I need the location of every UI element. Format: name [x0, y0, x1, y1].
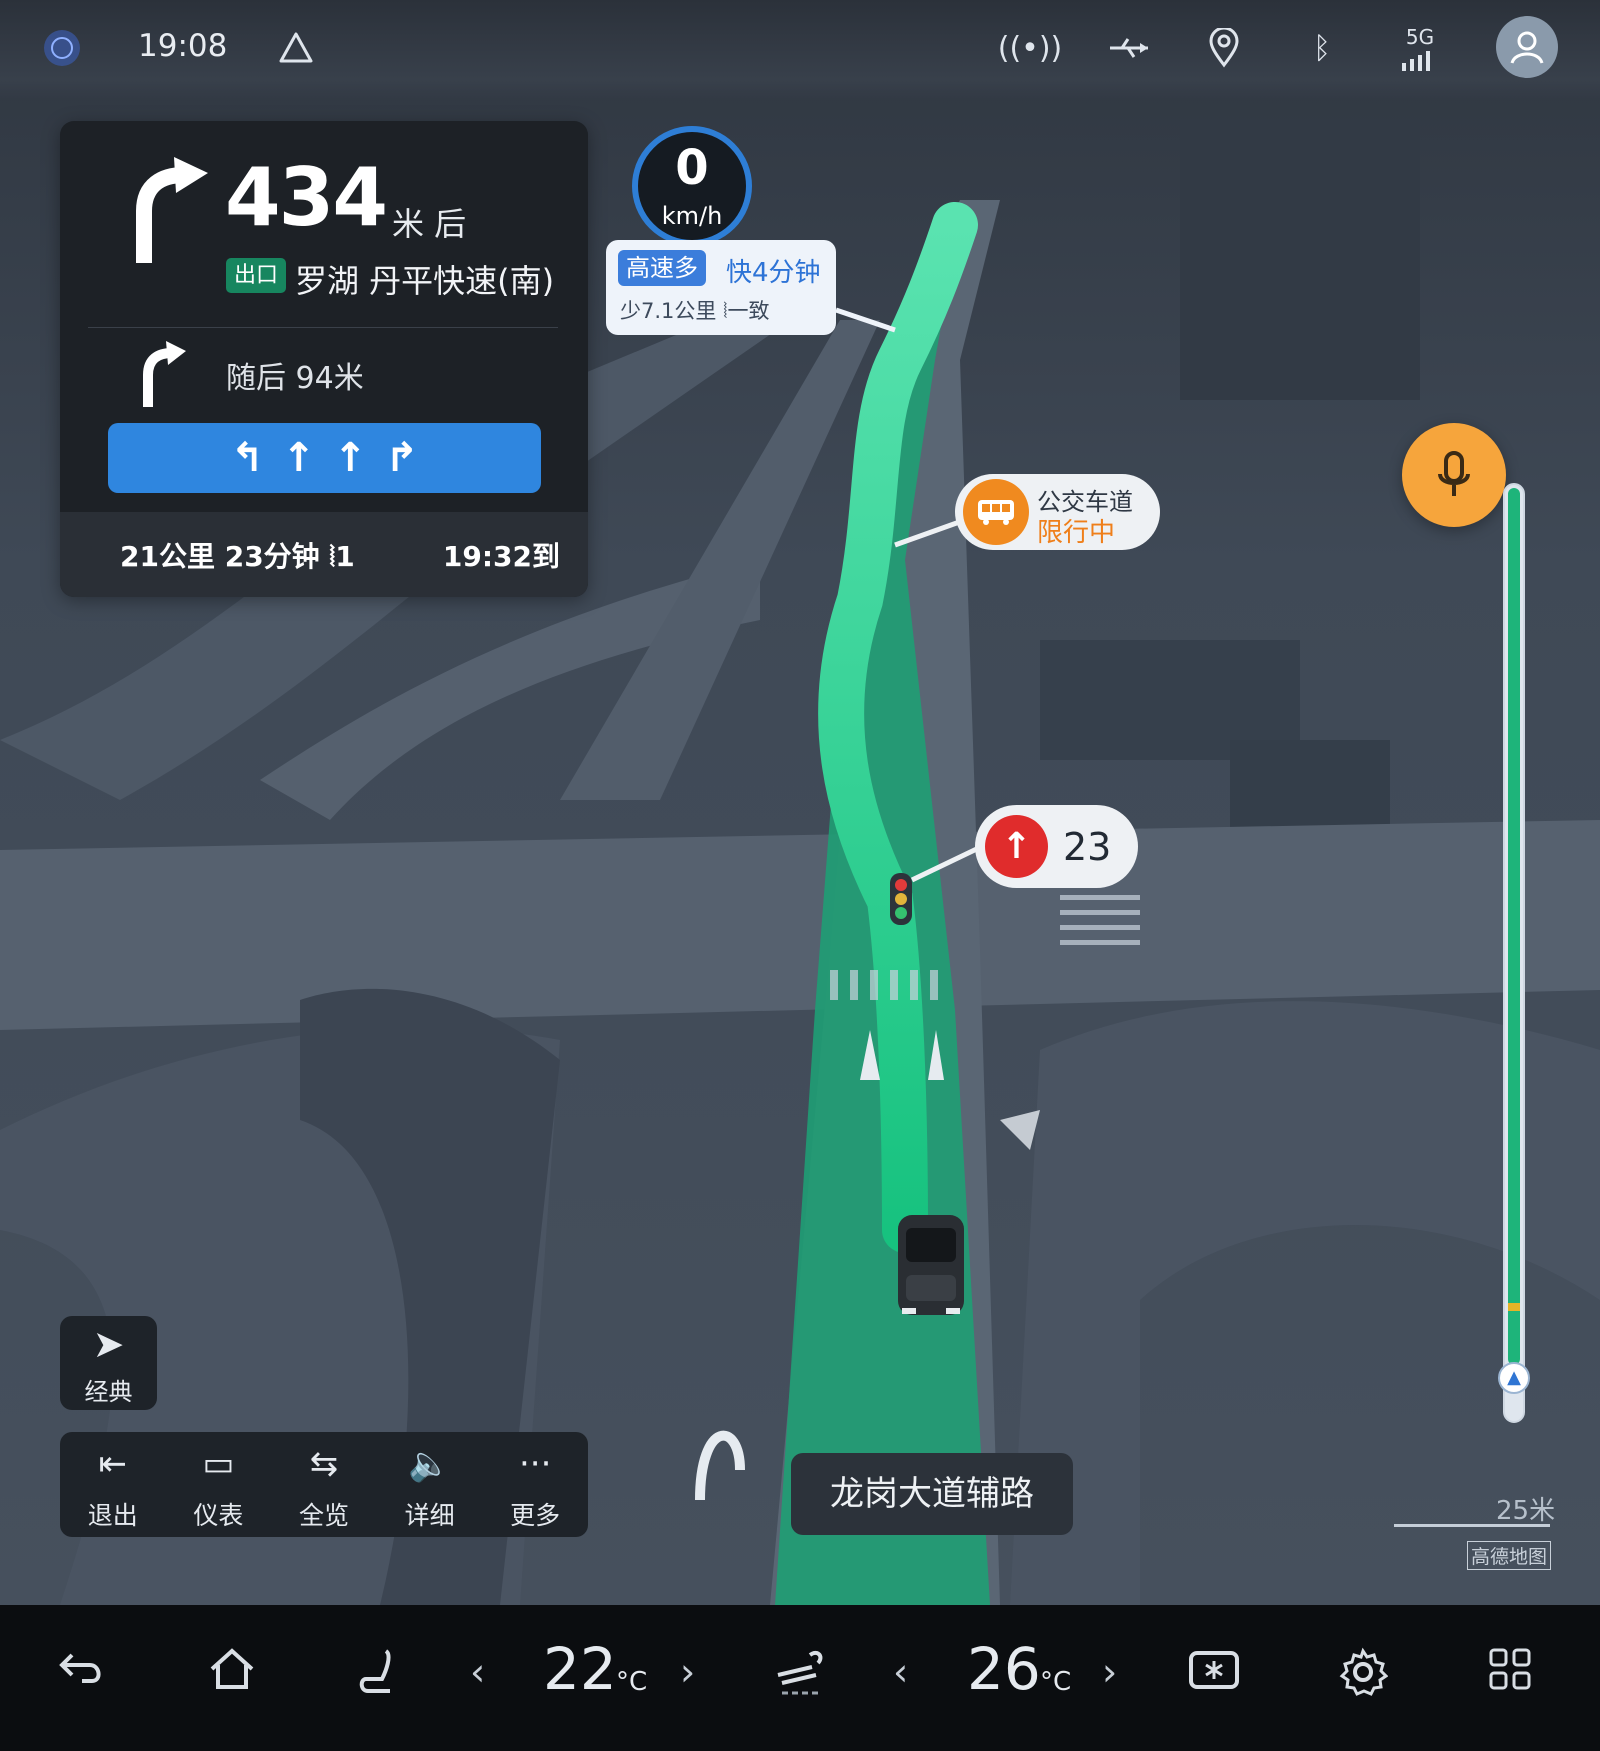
exit-button[interactable]: ⇤ 退出: [60, 1432, 166, 1537]
map-brand-logo: 高德地图: [1467, 1541, 1552, 1570]
temp-left-decrease-icon[interactable]: ‹: [470, 1650, 485, 1694]
navigation-toolbar: ⇤ 退出 ▭ 仪表 ⇆ 全览 🔈 详细 ··· 更多: [60, 1432, 588, 1537]
lane-uturn-icon: ↰: [230, 435, 264, 481]
seat-icon[interactable]: [356, 1647, 404, 1707]
speaker-icon: 🔈: [408, 1444, 451, 1484]
distance-unit: 米 后: [392, 205, 467, 243]
remaining-distance-time: 21公里 23分钟 ⦚1: [120, 540, 355, 573]
more-label: 更多: [510, 1501, 561, 1530]
guidance-card[interactable]: 434 米 后 出口 罗湖 丹平快速(南) 随后 94米 ↰ ↑ ↑ ↱ 21公…: [60, 121, 588, 597]
bus-lane-bubble[interactable]: 公交车道 限行中: [955, 474, 1160, 550]
driver-temperature: 22: [543, 1635, 617, 1703]
home-icon[interactable]: [208, 1647, 256, 1701]
progress-remaining: [1508, 488, 1520, 1365]
temp-right-increase-icon[interactable]: ›: [1102, 1650, 1117, 1694]
clock: 19:08: [138, 28, 228, 64]
next-turn-text: 随后 94米: [226, 361, 364, 396]
next-turn-arrow-icon: [143, 341, 186, 407]
more-button[interactable]: ··· 更多: [482, 1432, 588, 1537]
lane-straight-icon: ↑: [333, 435, 368, 481]
hotspot-icon[interactable]: ((•)): [998, 22, 1063, 74]
detail-button[interactable]: 🔈 详细: [377, 1432, 483, 1537]
building: [1180, 120, 1420, 400]
arrival-time: 19:32到: [442, 540, 560, 573]
vehicle-icon: [898, 1215, 964, 1315]
bus-lane-status: 限行中: [1037, 518, 1116, 548]
current-road-name: 龙岗大道辅路: [791, 1453, 1073, 1535]
back-icon[interactable]: [58, 1647, 106, 1697]
more-icon: ···: [518, 1444, 552, 1484]
lane-right-icon: ↱: [385, 435, 419, 481]
view-mode-button[interactable]: ➤ 经典: [60, 1316, 157, 1410]
passenger-temp-unit: °C: [1040, 1667, 1072, 1697]
dashboard-button[interactable]: ▭ 仪表: [166, 1432, 272, 1537]
building: [1230, 740, 1390, 830]
lane-guidance: ↰ ↑ ↑ ↱: [108, 423, 541, 493]
system-dock: ‹ 22 °C › ‹ 26 °C ›: [0, 1605, 1600, 1751]
avatar-globe-icon[interactable]: [36, 22, 88, 74]
dashboard-icon: ▭: [202, 1444, 235, 1484]
route-progress-bar: ▲: [1498, 483, 1530, 1423]
arrow-up-icon: ↑: [985, 815, 1048, 878]
speed-unit: km/h: [661, 202, 723, 230]
map-scale-bar: [1394, 1524, 1550, 1527]
divider: [88, 327, 558, 328]
exit-badge: 出口: [226, 258, 287, 293]
navigation-screen: 19:08 ((•)) ᛒ 5G 434 米 后 出口 罗湖 丹平快速(南) 随…: [0, 0, 1600, 1751]
alternative-route-bubble[interactable]: 高速多 快4分钟 少7.1公里 ⦚一致: [606, 240, 836, 335]
overview-icon: ⇆: [309, 1444, 339, 1484]
passenger-temperature: 26: [967, 1635, 1041, 1703]
route-tag: 高速多: [618, 250, 706, 286]
location-pin-icon[interactable]: [1198, 22, 1250, 74]
traffic-light-bubble[interactable]: ↑ 23: [975, 805, 1138, 888]
lane-straight-icon: ↑: [281, 435, 316, 481]
bluetooth-icon[interactable]: ᛒ: [1296, 22, 1348, 74]
progress-position-icon: ▲: [1498, 1362, 1530, 1394]
view-mode-label: 经典: [84, 1378, 133, 1406]
speedometer: 0 km/h: [632, 126, 752, 246]
driver-temp-unit: °C: [616, 1667, 648, 1697]
detail-label: 详细: [404, 1501, 455, 1530]
navigation-arrow-icon: ➤: [92, 1322, 125, 1366]
user-avatar-icon[interactable]: [1496, 16, 1558, 78]
warning-triangle-icon[interactable]: [270, 22, 322, 74]
signal-5g-icon: 5G: [1394, 22, 1446, 74]
voice-assistant-button[interactable]: [1402, 423, 1506, 527]
climate-airflow-icon[interactable]: [772, 1647, 832, 1707]
bus-icon: [963, 479, 1029, 545]
temp-right-decrease-icon[interactable]: ‹: [893, 1650, 908, 1694]
apps-grid-icon[interactable]: [1488, 1647, 1532, 1701]
dashboard-label: 仪表: [193, 1501, 244, 1530]
exit-label: 退出: [87, 1501, 138, 1530]
turn-right-arrow-icon: [136, 157, 208, 263]
temp-left-increase-icon[interactable]: ›: [680, 1650, 695, 1694]
route-sub: 少7.1公里 ⦚一致: [620, 299, 770, 323]
trip-summary: 21公里 23分钟 ⦚1 19:32到: [60, 512, 588, 597]
speed-value: 0: [675, 140, 709, 196]
settings-gear-icon[interactable]: [1338, 1647, 1389, 1707]
signal-label: 5G: [1405, 25, 1435, 49]
status-bar: 19:08 ((•)) ᛒ 5G: [0, 0, 1600, 100]
progress-incident-marker: [1508, 1303, 1520, 1311]
defrost-icon[interactable]: [1188, 1647, 1240, 1701]
turn-distance: 434: [225, 151, 388, 244]
exit-road-name: 罗湖 丹平快速(南): [295, 262, 555, 300]
microphone-icon: [1438, 451, 1470, 496]
overview-button[interactable]: ⇆ 全览: [271, 1432, 377, 1537]
exit-icon: ⇤: [98, 1444, 128, 1484]
overview-label: 全览: [298, 1501, 349, 1530]
usb-icon[interactable]: [1104, 22, 1156, 74]
route-faster: 快4分钟: [726, 258, 821, 288]
map-scale-label: 25米: [1496, 1496, 1556, 1526]
traffic-light-countdown: 23: [1063, 825, 1112, 869]
